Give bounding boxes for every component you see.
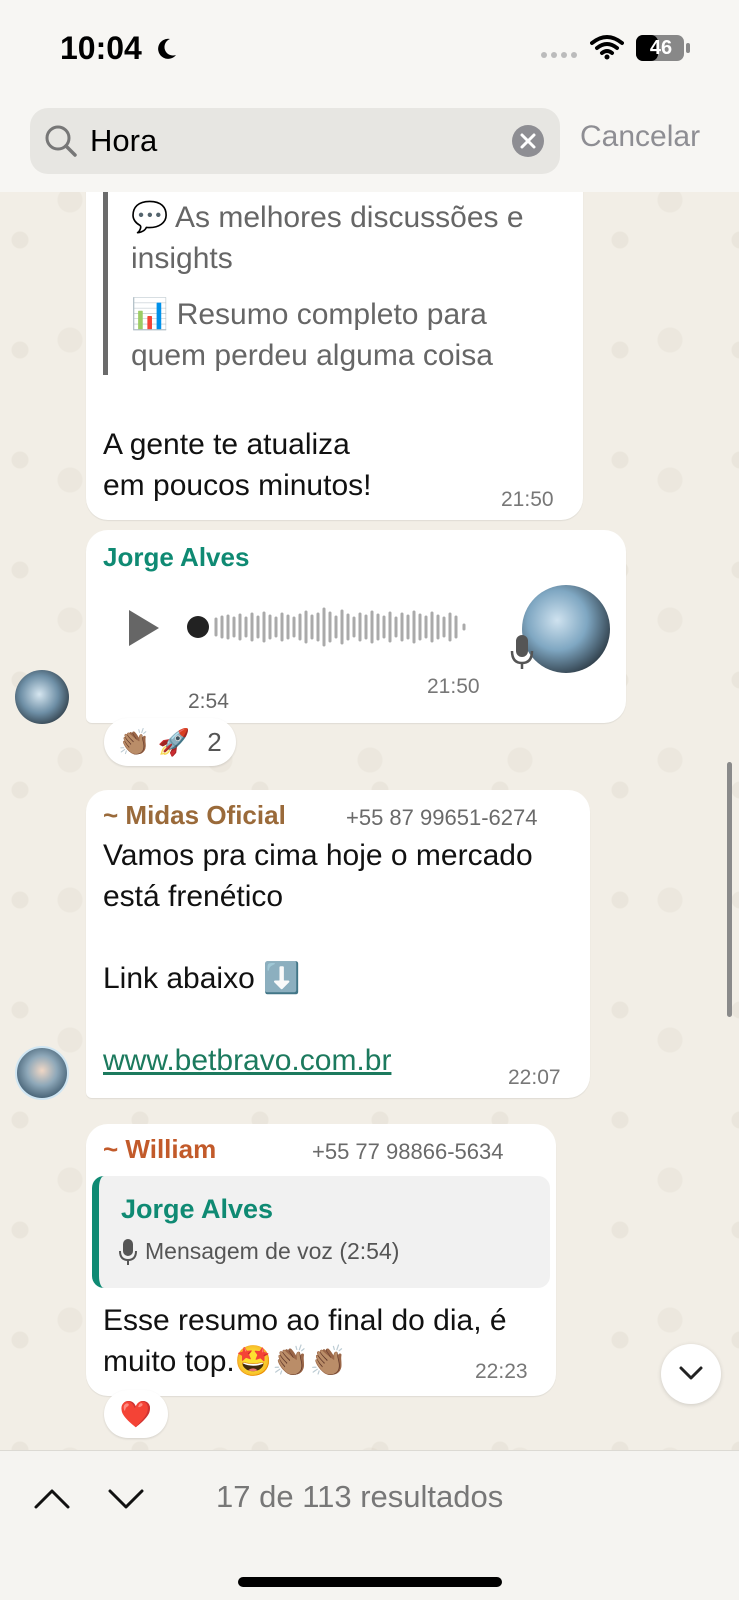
status-time: 10:04 <box>60 30 142 66</box>
message-time: 21:50 <box>427 675 480 698</box>
results-count: 17 de 113 resultados <box>216 1479 504 1514</box>
reaction-badge[interactable]: 👏🏽 🚀 2 <box>104 718 236 766</box>
search-results-bar: 17 de 113 resultados <box>0 1450 739 1600</box>
status-bar: 10:04 46 <box>0 0 739 100</box>
reply-sender: Jorge Alves <box>121 1194 274 1224</box>
search-input[interactable] <box>90 120 470 162</box>
clear-search-icon[interactable] <box>512 125 544 157</box>
home-indicator <box>238 1577 502 1587</box>
reaction-count: 2 <box>207 727 222 757</box>
search-icon <box>45 125 77 157</box>
reaction-emojis: ❤️ <box>119 1399 153 1429</box>
message-time: 21:50 <box>501 488 554 511</box>
next-result-chevron-down-icon[interactable] <box>106 1483 146 1513</box>
battery-level: 46 <box>649 37 673 59</box>
message-text: Esse resumo ao final do dia, é <box>103 1304 507 1337</box>
microphone-icon <box>119 1239 137 1265</box>
message-time: 22:23 <box>475 1360 528 1383</box>
voice-message-bubble[interactable]: Jorge Alves 2:54 21:50 <box>86 530 626 723</box>
message-bubble[interactable]: ~ William +55 77 98866-5634 Jorge Alves … <box>86 1124 556 1396</box>
microphone-icon <box>510 635 534 669</box>
quote-line: quem perdeu alguma coisa <box>131 339 493 372</box>
message-link[interactable]: www.betbravo.com.br <box>103 1044 391 1078</box>
avatar[interactable] <box>15 670 69 724</box>
message-text: Link abaixo ⬇️ <box>103 962 301 995</box>
message-text: A gente te atualiza <box>103 428 350 461</box>
message-time: 22:07 <box>508 1066 561 1089</box>
reaction-emojis: 👏🏽 🚀 <box>118 727 190 757</box>
quote-line: insights <box>131 242 233 275</box>
quoted-reply[interactable]: Jorge Alves Mensagem de voz (2:54) <box>92 1176 550 1288</box>
sender-name: ~ Midas Oficial <box>103 800 286 830</box>
sender-phone: +55 77 98866-5634 <box>312 1139 504 1164</box>
search-box[interactable] <box>30 108 560 174</box>
voice-duration: 2:54 <box>188 690 229 713</box>
quote-line: 📊 Resumo completo para <box>131 298 487 331</box>
moon-icon <box>158 38 176 59</box>
avatar[interactable] <box>15 1046 69 1100</box>
message-bubble[interactable]: ~ Midas Oficial +55 87 99651-6274 Vamos … <box>86 790 590 1098</box>
search-bar: Cancelar <box>0 100 739 192</box>
message-text: em poucos minutos! <box>103 469 372 502</box>
scrollbar[interactable] <box>727 762 732 1017</box>
reply-text: Mensagem de voz (2:54) <box>145 1238 400 1264</box>
scroll-to-bottom-button[interactable] <box>661 1344 721 1404</box>
message-text: está frenético <box>103 880 284 913</box>
sender-name: Jorge Alves <box>103 542 250 572</box>
sender-name: ~ William <box>103 1134 217 1164</box>
cellular-signal-icon <box>541 52 577 58</box>
quote-bar <box>103 175 108 375</box>
sender-phone: +55 87 99651-6274 <box>346 805 538 830</box>
message-bubble[interactable]: 💬 As melhores discussões e insights 📊 Re… <box>86 175 583 520</box>
previous-result-chevron-up-icon[interactable] <box>32 1483 72 1513</box>
wifi-icon <box>590 35 624 60</box>
voice-sender-avatar <box>522 585 610 673</box>
message-text: muito top.🤩👏🏽👏🏽 <box>103 1345 347 1378</box>
chevron-down-icon <box>679 1366 703 1380</box>
message-text: Vamos pra cima hoje o mercado <box>103 839 533 872</box>
cancel-button[interactable]: Cancelar <box>580 120 700 154</box>
play-icon[interactable] <box>126 608 162 648</box>
audio-waveform[interactable] <box>186 604 476 650</box>
reaction-badge[interactable]: ❤️ <box>104 1390 168 1438</box>
quote-line: 💬 As melhores discussões e <box>131 201 524 234</box>
